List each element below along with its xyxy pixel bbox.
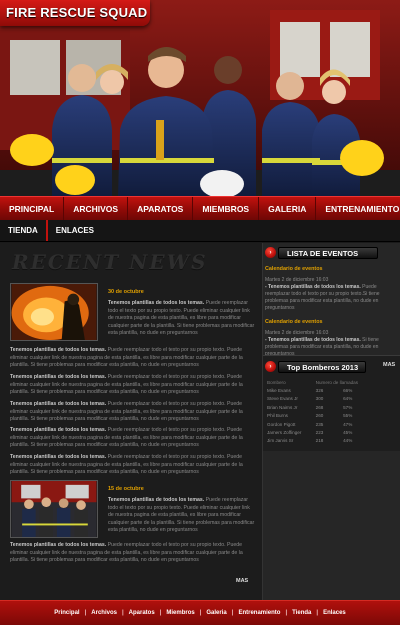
- cell-name: Mike Evans: [267, 388, 291, 394]
- footer-link-enlaces[interactable]: Enlaces: [318, 610, 351, 616]
- cell-percent: 44%: [343, 438, 353, 444]
- nav-item-tienda[interactable]: TIENDA: [0, 220, 48, 241]
- column-header: Numero de llamadas: [315, 379, 359, 385]
- table-row: Mike Evans 326 66%: [266, 386, 374, 394]
- nav-item-enlaces[interactable]: ENLACES: [48, 220, 102, 241]
- table-header-row: Bombero Numero de llamadas: [266, 378, 374, 386]
- cell-calls: 300: [315, 396, 324, 402]
- sub-nav: TIENDA ENLACES: [0, 220, 400, 242]
- nav-item-galeria[interactable]: GALERIA: [259, 197, 317, 220]
- footer-nav: Principal | Archivos | Aparatos | Miembr…: [0, 600, 400, 625]
- firefighters-table: Bombero Numero de llamadas Mike Evans 326…: [266, 378, 374, 445]
- cell-calls: 260: [315, 413, 324, 419]
- sidebar: › LISTA DE EVENTOS Calendario de eventos…: [262, 243, 400, 600]
- cell-name: Jim Jarvis Sr: [267, 438, 294, 444]
- cell-percent: 57%: [343, 404, 353, 410]
- table-row: Steve Evans Jr 300 64%: [266, 395, 374, 403]
- cell-name: Brian Nairns Jr: [267, 404, 298, 410]
- news-paragraph: Tenemos plantillas de todos los temas. P…: [10, 374, 243, 395]
- table-row: Gordon Pigott 235 47%: [266, 420, 374, 428]
- table-row: Jamers Zoffinger 223 45%: [266, 428, 374, 436]
- arrow-bullet-icon: ›: [265, 361, 276, 372]
- news-paragraph: Tenemos plantillas de todos los temas. P…: [10, 542, 243, 563]
- news-image-fire[interactable]: [10, 283, 98, 341]
- site-logo[interactable]: FIRE RESCUE SQUAD: [6, 5, 147, 20]
- nav-item-archivos[interactable]: ARCHIVOS: [64, 197, 129, 220]
- cell-percent: 66%: [343, 388, 353, 394]
- news-date: 30 de octubre: [108, 289, 144, 295]
- cell-calls: 326: [315, 388, 324, 394]
- footer-link-aparatos[interactable]: Aparatos: [124, 610, 160, 616]
- cell-name: Phil Burns: [267, 413, 288, 419]
- news-column: RECENT NEWS 30 de octubre Tenemos planti…: [0, 243, 262, 600]
- cell-calls: 218: [315, 438, 324, 444]
- nav-item-aparatos[interactable]: APARATOS: [128, 197, 194, 220]
- footer-link-archivos[interactable]: Archivos: [86, 610, 122, 616]
- news-summary: Tenemos plantillas de todos los temas. P…: [108, 300, 255, 336]
- footer-link-principal[interactable]: Principal: [49, 610, 84, 616]
- news-paragraph: Tenemos plantillas de todos los temas. P…: [10, 401, 243, 422]
- footer-link-entrenamiento[interactable]: Entrenamiento: [233, 610, 285, 616]
- cell-calls: 235: [315, 421, 324, 427]
- nav-item-principal[interactable]: PRINCIPAL: [0, 197, 65, 220]
- column-header: Bombero: [267, 379, 286, 385]
- event-body: Martes 2 de diciembre 16:03- Tenemos pla…: [265, 330, 379, 357]
- cell-percent: 47%: [343, 421, 353, 427]
- event-body: Martes 2 de diciembre 16:03- Tenemos pla…: [265, 277, 380, 311]
- logo-plate[interactable]: FIRE RESCUE SQUAD: [0, 0, 150, 26]
- recent-news-heading: RECENT NEWS: [12, 250, 208, 274]
- top-firefighters-panel: › Top Bomberos 2013 MAS Bombero Numero d…: [263, 355, 400, 451]
- top-firefighters-heading: Top Bomberos 2013: [278, 361, 366, 373]
- nav-item-entrenamiento[interactable]: ENTRENAMIENTO: [316, 197, 400, 220]
- nav-item-miembros[interactable]: MIEMBROS: [193, 197, 260, 220]
- cell-calls: 268: [315, 404, 324, 410]
- news-more-link[interactable]: MAS: [236, 578, 248, 584]
- top-firefighters-more-link[interactable]: MAS: [383, 362, 395, 368]
- event-title: Calendario de eventos: [265, 266, 323, 272]
- news-image-crew[interactable]: [10, 480, 98, 538]
- main-nav: PRINCIPAL ARCHIVOS APARATOS MIEMBROS GAL…: [0, 196, 400, 220]
- news-date: 15 de octubre: [108, 486, 144, 492]
- news-paragraph: Tenemos plantillas de todos los temas. P…: [10, 427, 243, 448]
- footer-link-galeria[interactable]: Galeria: [201, 610, 231, 616]
- arrow-bullet-icon: ›: [265, 247, 276, 258]
- table-row: Jim Jarvis Sr 218 44%: [266, 437, 374, 445]
- news-paragraph: Tenemos plantillas de todos los temas. P…: [10, 347, 243, 368]
- cell-name: Gordon Pigott: [267, 421, 296, 427]
- footer-link-tienda[interactable]: Tienda: [287, 610, 316, 616]
- footer-link-miembros[interactable]: Miembros: [161, 610, 199, 616]
- table-row: Phil Burns 260 55%: [266, 412, 374, 420]
- cell-calls: 223: [315, 430, 324, 436]
- news-summary: Tenemos plantillas de todos los temas. P…: [108, 497, 255, 533]
- cell-percent: 55%: [343, 413, 353, 419]
- news-paragraph: Tenemos plantillas de todos los temas. P…: [10, 454, 243, 475]
- firefighters-hero-image: [0, 0, 400, 196]
- event-title: Calendario de eventos: [265, 319, 323, 325]
- header-banner: FIRE RESCUE SQUAD: [0, 0, 400, 196]
- table-row: Brian Nairns Jr 268 57%: [266, 403, 374, 411]
- cell-percent: 64%: [343, 396, 353, 402]
- cell-percent: 45%: [343, 430, 353, 436]
- cell-name: Jamers Zoffinger: [267, 430, 302, 436]
- events-heading: LISTA DE EVENTOS: [278, 247, 378, 259]
- cell-name: Steve Evans Jr: [267, 396, 298, 402]
